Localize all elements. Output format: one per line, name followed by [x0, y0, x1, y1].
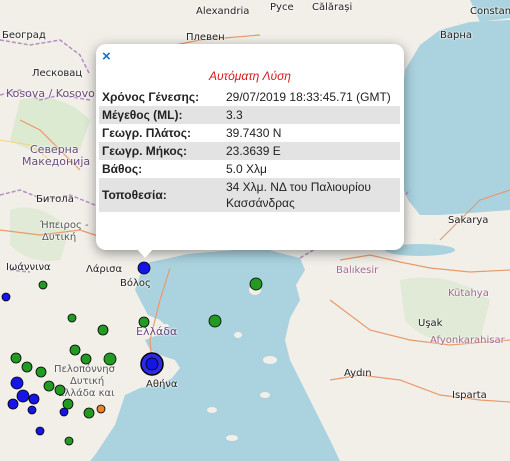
- location-value: 34 Χλμ. ΝΔ του Παλιουρίου Κασσάνδρας: [223, 178, 400, 212]
- location-label: Τοποθεσία:: [99, 178, 223, 212]
- earthquake-marker[interactable]: [137, 261, 151, 275]
- origin-time-label: Χρόνος Γένεσης:: [102, 90, 200, 104]
- map[interactable]: Alexandria Русе Călărași Constanța Варна…: [0, 0, 510, 461]
- latitude-value: 39.7430 N: [226, 126, 282, 140]
- earthquake-marker[interactable]: [80, 353, 92, 365]
- magnitude-label: Μέγεθος (ML):: [99, 106, 223, 124]
- longitude-label: Γεωγρ. Μήκος:: [99, 142, 223, 160]
- origin-time-value: 29/07/2019 18:33:45.71 (GMT): [226, 90, 391, 104]
- earthquake-marker[interactable]: [10, 376, 24, 390]
- earthquake-marker[interactable]: [1, 292, 11, 302]
- row-longitude: Γεωγρ. Μήκος: 23.3639 E: [99, 142, 400, 160]
- earthquake-marker[interactable]: [43, 380, 55, 392]
- depth-label: Βάθος:: [102, 162, 143, 176]
- earthquake-marker[interactable]: [27, 405, 37, 415]
- earthquake-marker[interactable]: [69, 344, 81, 356]
- earthquake-marker[interactable]: [28, 393, 40, 405]
- earthquake-info-popup: × Αυτόματη Λύση Χρόνος Γένεσης: 29/07/20…: [96, 44, 404, 250]
- earthquake-marker[interactable]: [21, 361, 33, 373]
- earthquake-marker[interactable]: [54, 384, 66, 396]
- earthquake-marker[interactable]: [10, 352, 22, 364]
- earthquake-marker[interactable]: [138, 316, 150, 328]
- earthquake-marker[interactable]: [64, 436, 74, 446]
- earthquake-marker[interactable]: [96, 404, 106, 414]
- earthquake-marker[interactable]: [249, 277, 263, 291]
- earthquake-marker[interactable]: [97, 324, 109, 336]
- earthquake-marker[interactable]: [38, 280, 48, 290]
- row-depth: Βάθος: 5.0 Χλμ: [99, 160, 400, 178]
- depth-value: 5.0 Χλμ: [226, 162, 267, 176]
- row-latitude: Γεωγρ. Πλάτος: 39.7430 N: [99, 124, 400, 142]
- earthquake-marker[interactable]: [103, 352, 117, 366]
- earthquake-marker[interactable]: [83, 407, 95, 419]
- popup-pointer: [136, 248, 154, 258]
- earthquake-marker[interactable]: [7, 398, 19, 410]
- row-magnitude: Μέγεθος (ML): 3.3: [99, 106, 400, 124]
- popup-title: Αυτόματη Λύση: [209, 69, 291, 83]
- latitude-label: Γεωγρ. Πλάτος:: [102, 126, 191, 140]
- earthquake-marker[interactable]: [62, 398, 74, 410]
- earthquake-marker[interactable]: [145, 357, 159, 371]
- longitude-value: 23.3639 E: [223, 142, 400, 160]
- earthquake-marker[interactable]: [35, 426, 45, 436]
- earthquake-marker[interactable]: [208, 314, 222, 328]
- earthquake-marker[interactable]: [16, 389, 30, 403]
- earthquake-marker[interactable]: [59, 407, 69, 417]
- row-location: Τοποθεσία: 34 Χλμ. ΝΔ του Παλιουρίου Κασ…: [99, 178, 400, 212]
- row-origin-time: Χρόνος Γένεσης: 29/07/2019 18:33:45.71 (…: [99, 88, 400, 106]
- close-icon[interactable]: ×: [102, 49, 111, 64]
- earthquake-marker[interactable]: [35, 366, 47, 378]
- earthquake-marker[interactable]: [67, 313, 77, 323]
- magnitude-value: 3.3: [223, 106, 400, 124]
- earthquake-details-table: Χρόνος Γένεσης: 29/07/2019 18:33:45.71 (…: [99, 88, 400, 212]
